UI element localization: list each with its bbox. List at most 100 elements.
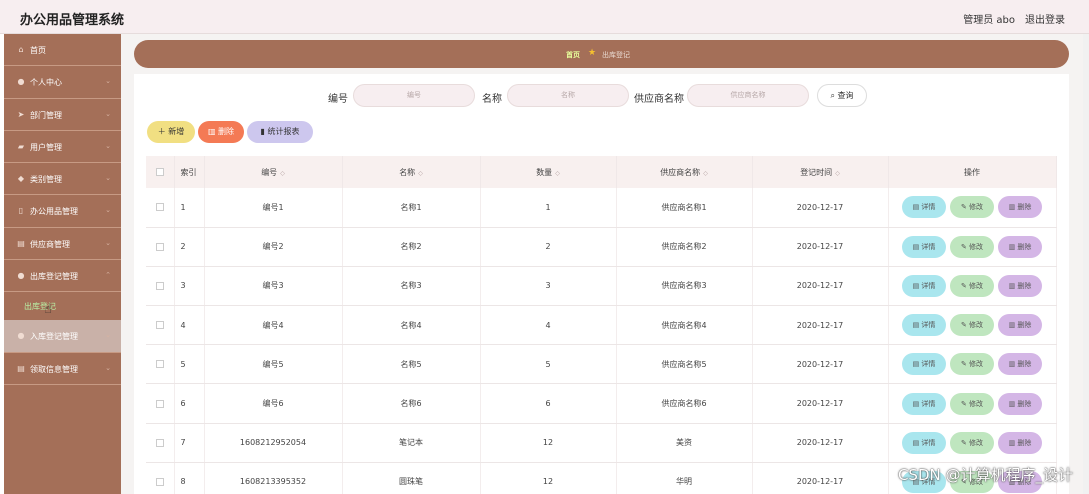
pencil-icon: ✎ [960, 203, 970, 212]
edit-button[interactable]: ✎ 修改 [950, 196, 994, 219]
cell-quantity: 1 [480, 188, 617, 228]
sidebar-item[interactable]: ➤ 部门管理 ⌄ [4, 99, 121, 131]
main-content: 首页 ★ 出库登记 编号 编号 名称 名称 供应商名称 供应商名称 ⌕ 查询 ＋… [121, 34, 1083, 494]
cell-index: 4 [174, 305, 205, 346]
row-checkbox[interactable] [146, 423, 175, 463]
delete-button[interactable]: ▥ 删除 [198, 121, 244, 143]
sidebar-item-label: 领取信息管理 [30, 364, 78, 374]
detail-button[interactable]: ▤ 详情 [902, 392, 946, 415]
cell-actions: ▤ 详情 ✎ 修改 ▥ 删除 [888, 188, 1057, 228]
row-checkbox[interactable] [146, 344, 175, 385]
edit-button[interactable]: ✎ 修改 [950, 274, 994, 297]
chevron-icon: ⌄ [105, 206, 111, 215]
detail-button[interactable]: ▤ 详情 [902, 196, 946, 219]
row-checkbox[interactable] [146, 383, 175, 424]
edit-button[interactable]: ✎ 修改 [950, 353, 994, 376]
sidebar-item-label: 类别管理 [30, 175, 62, 185]
cell-supplier: 美资 [616, 423, 753, 463]
data-table: 索引 编号 ◇ 名称 ◇ 数量 ◇ 供应商名称 ◇ 登记时间 ◇ 操作 1 编号1 名称1 1 供… [146, 156, 1057, 494]
cell-index: 1 [174, 188, 205, 228]
row-checkbox[interactable] [146, 462, 175, 494]
detail-button[interactable]: ▤ 详情 [902, 431, 946, 454]
row-delete-button[interactable]: ▥ 删除 [998, 431, 1042, 454]
sidebar-item-label: 个人中心 [30, 78, 62, 88]
stats-report-button[interactable]: ▮ 统计报表 [247, 121, 313, 143]
code-input[interactable]: 编号 [353, 84, 475, 107]
sidebar-item[interactable]: ⌂ 首页 [4, 34, 121, 67]
bar-chart-icon: ▮ [260, 127, 265, 136]
cell-quantity: 12 [480, 462, 617, 494]
cell-actions: ▤ 详情 ✎ 修改 ▥ 删除 [888, 305, 1057, 346]
mouse-cursor-icon: ☝ [44, 302, 52, 317]
column-header-quantity[interactable]: 数量 ◇ [480, 156, 617, 188]
cell-index: 5 [174, 344, 205, 385]
row-delete-button[interactable]: ▥ 删除 [998, 274, 1042, 297]
table-row: 2 编号2 名称2 2 供应商名称2 2020-12-17 ▤ 详情 ✎ 修改 ▥ 删除 [146, 227, 1057, 267]
content-panel: 编号 编号 名称 名称 供应商名称 供应商名称 ⌕ 查询 ＋ 新增 ▥ 删除 ▮… [134, 74, 1069, 494]
cell-index: 6 [174, 383, 205, 424]
user-icon: ● [17, 77, 25, 87]
sidebar-item[interactable]: ● 个人中心 ⌄ [4, 66, 121, 99]
detail-button[interactable]: ▤ 详情 [902, 353, 946, 376]
pencil-icon: ✎ [960, 281, 970, 290]
detail-button[interactable]: ▤ 详情 [902, 314, 946, 337]
select-all-checkbox[interactable] [146, 156, 175, 188]
cell-date: 2020-12-17 [752, 227, 889, 267]
sidebar-item-label: 供应商管理 [30, 239, 70, 249]
edit-button[interactable]: ✎ 修改 [950, 235, 994, 258]
add-button[interactable]: ＋ 新增 [147, 121, 195, 143]
row-checkbox[interactable] [146, 188, 175, 228]
cell-code: 1608212952054 [204, 423, 343, 463]
column-header-name[interactable]: 名称 ◇ [342, 156, 481, 188]
sort-icon: ◇ [418, 169, 423, 177]
cell-date: 2020-12-17 [752, 462, 889, 494]
edit-button[interactable]: ✎ 修改 [950, 314, 994, 337]
sidebar-item[interactable]: ▯ 办公用品管理 ⌄ [4, 195, 121, 228]
edit-button[interactable]: ✎ 修改 [950, 392, 994, 415]
column-header-code[interactable]: 编号 ◇ [204, 156, 343, 188]
delete-button-label: 删除 [218, 127, 235, 136]
search-button[interactable]: ⌕ 查询 [817, 84, 867, 107]
app-title: 办公用品管理系统 [20, 13, 125, 28]
row-checkbox[interactable] [146, 305, 175, 346]
sidebar-item[interactable]: ▤ 领取信息管理 ⌄ [4, 353, 121, 385]
table-row: 6 编号6 名称6 6 供应商名称6 2020-12-17 ▤ 详情 ✎ 修改 ▥ 删除 [146, 383, 1057, 424]
cell-supplier: 供应商名称6 [616, 383, 753, 424]
sidebar-item[interactable]: ◆ 类别管理 ⌄ [4, 163, 121, 196]
sidebar-item[interactable]: ● 入库登记管理 ⌄ [4, 320, 121, 353]
row-checkbox[interactable] [146, 227, 175, 267]
row-checkbox[interactable] [146, 266, 175, 307]
row-delete-button[interactable]: ▥ 删除 [998, 235, 1042, 258]
breadcrumb-home[interactable]: 首页 [566, 50, 580, 60]
pencil-icon: ✎ [960, 321, 970, 330]
sidebar-item[interactable]: ▰ 用户管理 ⌄ [4, 131, 121, 164]
tag-icon: ◆ [17, 174, 25, 184]
cell-supplier: 供应商名称1 [616, 188, 753, 228]
name-input[interactable]: 名称 [507, 84, 629, 107]
cell-code: 1608213395352 [204, 462, 343, 494]
supplier-input[interactable]: 供应商名称 [687, 84, 809, 107]
logout-link[interactable]: 退出登录 [1025, 11, 1065, 26]
sidebar-item-label: 部门管理 [30, 110, 62, 120]
row-delete-button[interactable]: ▥ 删除 [998, 196, 1042, 219]
column-header-supplier[interactable]: 供应商名称 ◇ [616, 156, 753, 188]
sidebar-item[interactable]: ● 出库登记管理 ⌃ [4, 260, 121, 293]
cell-supplier: 供应商名称3 [616, 266, 753, 307]
chevron-icon: ⌄ [105, 331, 111, 340]
edit-button[interactable]: ✎ 修改 [950, 431, 994, 454]
column-header-date[interactable]: 登记时间 ◇ [752, 156, 889, 188]
row-delete-button[interactable]: ▥ 删除 [998, 353, 1042, 376]
sidebar-subitem-outbound-register[interactable]: 出库登记 [4, 292, 121, 320]
search-button-label: 查询 [837, 91, 854, 100]
row-delete-button[interactable]: ▥ 删除 [998, 392, 1042, 415]
sort-icon: ◇ [280, 169, 285, 177]
row-delete-button[interactable]: ▥ 删除 [998, 314, 1042, 337]
scrollbar[interactable] [1083, 34, 1089, 494]
user-icon: ● [17, 331, 25, 341]
table-row: 7 1608212952054 笔记本 12 美资 2020-12-17 ▤ 详情 ✎ 修改 ▥… [146, 423, 1057, 463]
chevron-icon: ⌄ [105, 77, 111, 86]
sidebar-item-label: 出库登记管理 [30, 272, 78, 282]
detail-button[interactable]: ▤ 详情 [902, 274, 946, 297]
detail-button[interactable]: ▤ 详情 [902, 235, 946, 258]
sidebar-item[interactable]: ▤ 供应商管理 ⌄ [4, 228, 121, 261]
